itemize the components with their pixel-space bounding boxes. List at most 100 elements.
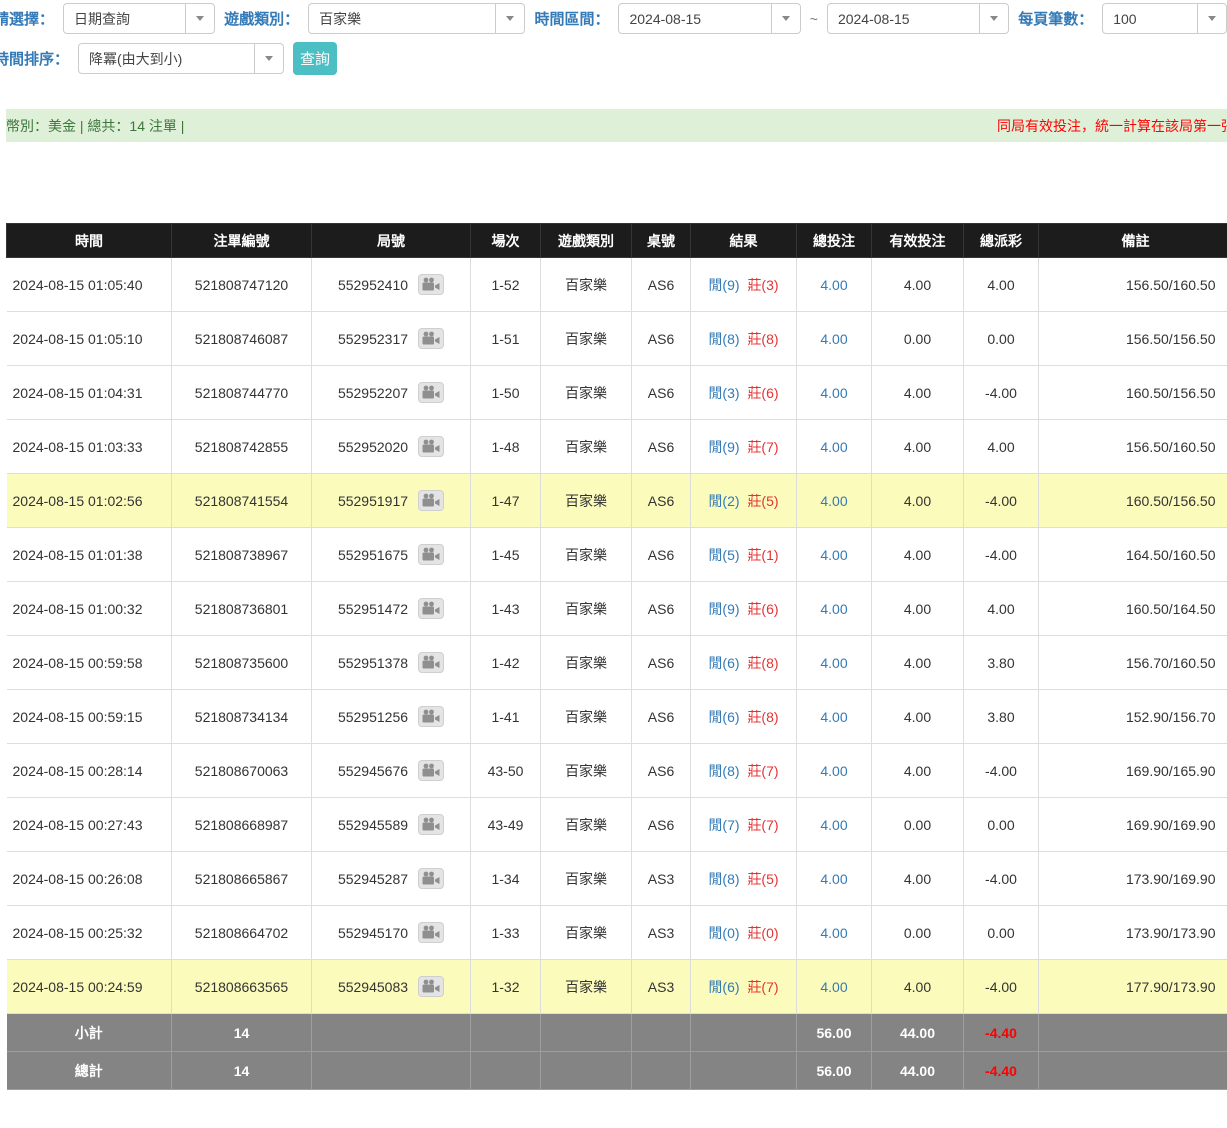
round-cell: 552945083 [312,960,471,1014]
note: 160.50/164.50 [1039,582,1227,636]
video-replay-icon[interactable] [418,436,444,457]
banker-result: 莊(7) [747,817,778,833]
total-bet-link[interactable]: 4.00 [820,385,847,401]
video-replay-icon[interactable] [418,814,444,835]
video-replay-icon[interactable] [418,328,444,349]
total-bet-link[interactable]: 4.00 [820,871,847,887]
date-from-value: 2024-08-15 [619,11,770,27]
chevron-down-icon[interactable] [185,4,214,33]
total-bet-link[interactable]: 4.00 [820,709,847,725]
game-type-select[interactable]: 百家樂 [308,3,525,34]
total-bet-link[interactable]: 4.00 [820,763,847,779]
round-cell: 552945589 [312,798,471,852]
round-cell: 552952410 [312,258,471,312]
empty-cell [632,1014,691,1052]
chevron-down-icon[interactable] [1197,4,1226,33]
chevron-down-icon[interactable] [254,44,283,73]
total-bet-link[interactable]: 4.00 [820,655,847,671]
round-id: 552951472 [338,601,408,617]
total-bet-link[interactable]: 4.00 [820,925,847,941]
total-bet-link[interactable]: 4.00 [820,439,847,455]
result-cell: 閒(8) 莊(5) [691,852,797,906]
session: 43-50 [471,744,541,798]
bet-time: 2024-08-15 01:04:31 [7,366,172,420]
total-bet-cell: 4.00 [797,366,872,420]
total-bet-link[interactable]: 4.00 [820,277,847,293]
total-bet-link[interactable]: 4.00 [820,817,847,833]
video-replay-icon[interactable] [418,706,444,727]
total-bet-link[interactable]: 4.00 [820,601,847,617]
bet-time: 2024-08-15 00:59:58 [7,636,172,690]
page-size-value: 100 [1103,11,1197,27]
chevron-down-icon[interactable] [771,4,800,33]
date-from-input[interactable]: 2024-08-15 [618,3,800,34]
game-type: 百家樂 [541,420,632,474]
date-to-input[interactable]: 2024-08-15 [827,3,1009,34]
video-replay-icon[interactable] [418,868,444,889]
total-bet-link[interactable]: 4.00 [820,493,847,509]
total-bet-cell: 4.00 [797,474,872,528]
search-button[interactable]: 查詢 [293,42,337,75]
date-range-separator: ~ [810,11,818,27]
payout: -4.00 [964,474,1039,528]
sort-value: 降冪(由大到小) [79,49,254,69]
header-time: 時間 [7,224,172,258]
banker-result: 莊(7) [747,763,778,779]
chevron-down-icon[interactable] [979,4,1008,33]
total-bet-cell: 4.00 [797,528,872,582]
video-replay-icon[interactable] [418,760,444,781]
payout: 0.00 [964,312,1039,366]
empty-cell [632,1052,691,1090]
bet-id: 521808746087 [172,312,312,366]
total-bet-cell: 4.00 [797,852,872,906]
video-replay-icon[interactable] [418,652,444,673]
table-number: AS3 [632,852,691,906]
bet-time: 2024-08-15 01:05:40 [7,258,172,312]
round-cell: 552951378 [312,636,471,690]
header-round-id: 局號 [312,224,471,258]
session: 1-51 [471,312,541,366]
bet-id: 521808742855 [172,420,312,474]
bet-id: 521808670063 [172,744,312,798]
player-result: 閒(8) [708,871,739,887]
game-type: 百家樂 [541,798,632,852]
payout: -4.00 [964,528,1039,582]
video-replay-icon[interactable] [418,544,444,565]
total-bet-cell: 4.00 [797,258,872,312]
note: 156.50/156.50 [1039,312,1227,366]
result-cell: 閒(3) 莊(6) [691,366,797,420]
total-bet-cell: 4.00 [797,582,872,636]
video-replay-icon[interactable] [418,490,444,511]
banker-result: 莊(8) [747,709,778,725]
total-bet-link[interactable]: 4.00 [820,331,847,347]
video-replay-icon[interactable] [418,382,444,403]
game-type: 百家樂 [541,744,632,798]
payout: 4.00 [964,258,1039,312]
round-id: 552951256 [338,709,408,725]
video-replay-icon[interactable] [418,274,444,295]
total-bet-cell: 4.00 [797,636,872,690]
bet-id: 521808747120 [172,258,312,312]
round-id: 552951378 [338,655,408,671]
payout: -4.00 [964,960,1039,1014]
round-cell: 552945170 [312,906,471,960]
video-replay-icon[interactable] [418,598,444,619]
query-type-select[interactable]: 日期查詢 [63,3,215,34]
total-bet-link[interactable]: 4.00 [820,547,847,563]
player-result: 閒(6) [708,979,739,995]
page-size-select[interactable]: 100 [1102,3,1227,34]
sort-select[interactable]: 降冪(由大到小) [78,43,284,74]
video-replay-icon[interactable] [418,922,444,943]
result-cell: 閒(6) 莊(8) [691,636,797,690]
total-bet-link[interactable]: 4.00 [820,979,847,995]
round-cell: 552951256 [312,690,471,744]
chevron-down-icon[interactable] [495,4,524,33]
empty-cell [691,1014,797,1052]
table-row: 2024-08-15 01:05:10 521808746087 5529523… [7,312,1227,366]
banker-result: 莊(5) [747,871,778,887]
game-type: 百家樂 [541,474,632,528]
round-cell: 552951675 [312,528,471,582]
video-replay-icon[interactable] [418,976,444,997]
game-type: 百家樂 [541,852,632,906]
subtotal-payout: -4.40 [964,1014,1039,1052]
